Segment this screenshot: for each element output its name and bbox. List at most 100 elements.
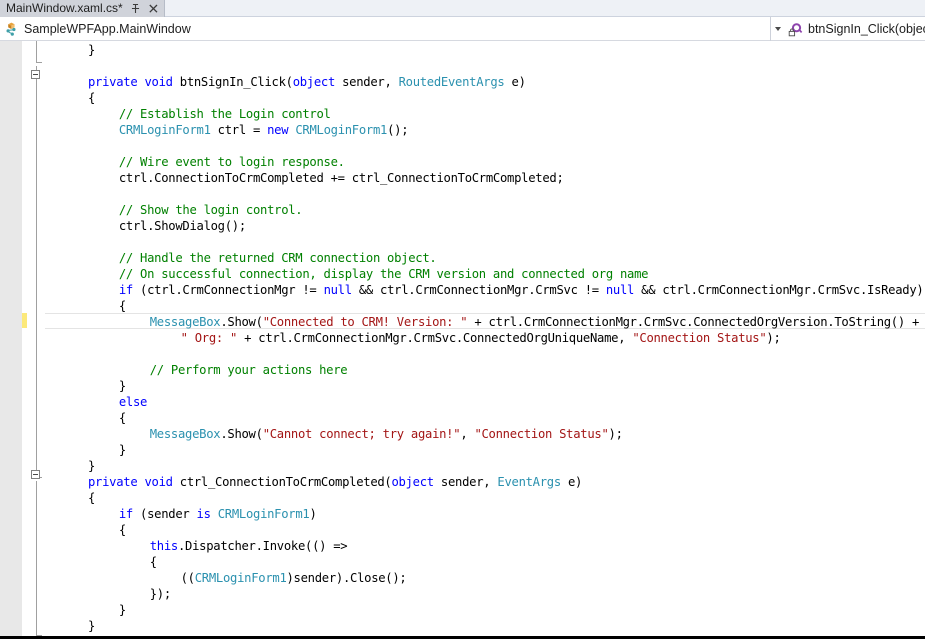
type-dropdown-label: SampleWPFApp.MainWindow (24, 21, 191, 36)
code-line[interactable]: " Org: " + ctrl.CrmConnectionMgr.CrmSvc.… (181, 330, 781, 346)
code-line[interactable]: // Handle the returned CRM connection ob… (119, 250, 437, 266)
code-token: )sender).Close(); (286, 571, 407, 585)
code-line[interactable]: CRMLoginForm1 ctrl = new CRMLoginForm1()… (119, 122, 409, 138)
code-token: } (88, 459, 96, 473)
code-token: (sender (133, 507, 197, 521)
outlining-margin[interactable] (27, 41, 45, 636)
pin-icon[interactable] (130, 2, 141, 15)
code-line[interactable]: } (119, 442, 126, 458)
code-token: .Dispatcher.Invoke(() => (177, 539, 348, 553)
code-line[interactable]: MessageBox.Show("Connected to CRM! Versi… (149, 314, 920, 330)
code-token: ctrl.ShowDialog(); (118, 219, 246, 233)
code-editor[interactable]: } private void btnSignIn_Click(object sen… (0, 41, 925, 636)
code-token: } (118, 379, 126, 393)
code-token: + ctrl.CrmConnectionMgr.CrmSvc.Connected… (467, 315, 920, 329)
code-token: ); (608, 427, 623, 441)
code-token: "Connected to CRM! Version: " (262, 315, 468, 329)
code-line[interactable]: } (88, 618, 95, 634)
code-line[interactable]: { (119, 522, 126, 538)
code-token: else (118, 395, 148, 409)
code-token: CRMLoginForm1 (194, 571, 287, 585)
code-line[interactable]: ((CRMLoginForm1)sender).Close(); (181, 570, 407, 586)
code-line[interactable]: } (88, 458, 95, 474)
code-token: { (118, 299, 126, 313)
code-line[interactable]: { (150, 554, 157, 570)
code-line[interactable]: { (88, 90, 95, 106)
code-line[interactable]: } (119, 602, 126, 618)
code-line[interactable]: ctrl.ShowDialog(); (119, 218, 246, 234)
code-token: } (88, 619, 96, 633)
code-line[interactable]: ctrl.ConnectionToCrmCompleted += ctrl_Co… (119, 170, 564, 186)
code-token: // On successful connection, display the… (118, 267, 649, 281)
code-line[interactable]: // Establish the Login control (119, 106, 331, 122)
code-token: } (118, 443, 126, 457)
code-token: MessageBox (149, 315, 221, 329)
code-token: e) (504, 75, 526, 89)
code-token: { (88, 91, 96, 105)
code-token: RoutedEventArgs (398, 75, 505, 89)
code-token: null (605, 283, 635, 297)
code-token: object (391, 475, 435, 489)
outline-collapse-btn-ctrl-connectiontocrmcompleted[interactable] (31, 470, 40, 479)
code-token: // Show the login control. (118, 203, 303, 217)
code-line[interactable]: // On successful connection, display the… (118, 266, 649, 282)
code-token: ctrl = (210, 123, 268, 137)
code-line[interactable]: if (ctrl.CrmConnectionMgr != null && ctr… (119, 282, 924, 298)
code-token: private (88, 475, 138, 489)
close-icon[interactable] (148, 2, 159, 15)
code-token: sender, (335, 75, 399, 89)
code-line[interactable]: }); (150, 586, 171, 602)
code-token: && ctrl.CrmConnectionMgr.CrmSvc.IsReady) (634, 283, 924, 297)
navigation-bar: SampleWPFApp.MainWindow btnSignIn_Click(… (0, 16, 925, 41)
code-line[interactable]: } (119, 378, 126, 394)
method-private-icon (788, 21, 804, 37)
code-token: { (118, 411, 126, 425)
code-token: if (118, 283, 133, 297)
code-line[interactable]: private void ctrl_ConnectionToCrmComplet… (88, 474, 582, 490)
code-token: .Show( (220, 427, 263, 441)
code-token: (); (387, 123, 409, 137)
code-token: CRMLoginForm1 (295, 123, 388, 137)
code-token: , (460, 427, 475, 441)
member-dropdown-label: btnSignIn_Click(object (808, 21, 925, 36)
code-token: (( (180, 571, 195, 585)
editor-tab-strip: MainWindow.xaml.cs* (0, 0, 925, 17)
member-dropdown[interactable]: btnSignIn_Click(object (784, 17, 925, 41)
code-line[interactable]: { (119, 410, 126, 426)
code-line[interactable]: private void btnSignIn_Click(object send… (88, 74, 526, 90)
code-token: + ctrl.CrmConnectionMgr.CrmSvc.Connected… (237, 331, 633, 345)
code-line[interactable]: // Show the login control. (119, 202, 303, 218)
code-token: void (144, 475, 173, 489)
code-line[interactable]: { (88, 490, 95, 506)
visual-studio-editor-window: MainWindow.xaml.cs* SampleWPFApp.MainWin… (0, 0, 925, 639)
code-line[interactable]: this.Dispatcher.Invoke(() => (150, 538, 348, 554)
code-token: { (88, 491, 96, 505)
code-line[interactable]: // Perform your actions here (150, 362, 348, 378)
code-token: null (323, 283, 353, 297)
code-token: is (196, 507, 211, 521)
code-token: }); (149, 587, 171, 601)
code-token: ctrl_ConnectionToCrmCompleted( (172, 475, 392, 489)
code-line[interactable]: } (88, 42, 95, 58)
code-token: ); (766, 331, 781, 345)
type-dropdown[interactable]: SampleWPFApp.MainWindow (0, 16, 771, 41)
code-line[interactable]: MessageBox.Show("Cannot connect; try aga… (150, 426, 623, 442)
indicator-margin[interactable] (0, 41, 22, 636)
code-token: "Cannot connect; try again!" (262, 427, 461, 441)
code-line[interactable]: else (118, 394, 148, 410)
code-token: "Connection Status" (632, 331, 767, 345)
editor-tab-mainwindow-xaml-cs[interactable]: MainWindow.xaml.cs* (0, 0, 165, 17)
chevron-down-icon[interactable] (771, 17, 784, 41)
code-line[interactable]: if (sender is CRMLoginForm1) (119, 506, 317, 522)
code-line[interactable]: // Wire event to login response. (119, 154, 345, 170)
code-token: if (118, 507, 133, 521)
outline-collapse-btn-btnsignin-click[interactable] (31, 70, 40, 79)
code-token: ) (309, 507, 317, 521)
code-token: "Connection Status" (474, 427, 609, 441)
code-token: // Perform your actions here (149, 363, 348, 377)
code-token: } (88, 43, 96, 57)
code-line[interactable]: { (119, 298, 126, 314)
class-icon (4, 21, 20, 37)
code-text-area[interactable]: } private void btnSignIn_Click(object sen… (45, 41, 925, 636)
